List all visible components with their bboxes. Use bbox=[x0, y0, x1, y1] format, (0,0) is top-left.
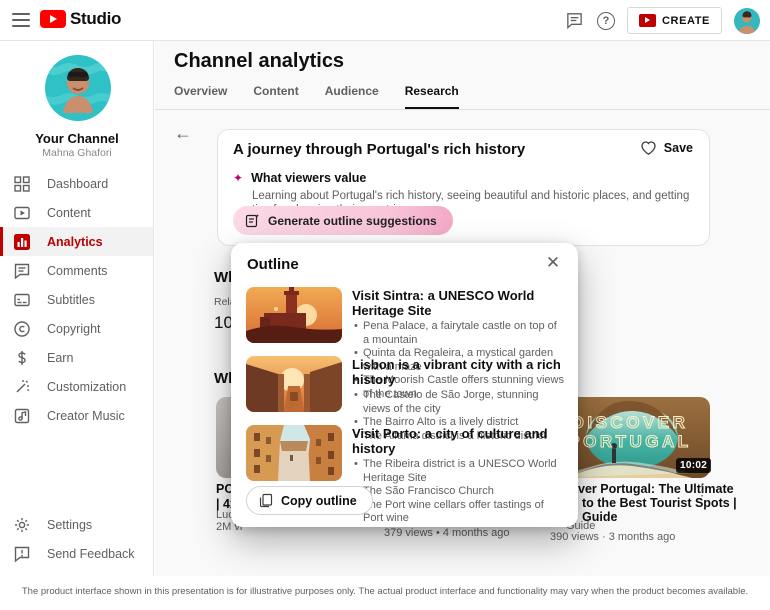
sintra-thumbnail bbox=[246, 287, 342, 343]
research-insight-card: A journey through Portugal's rich histor… bbox=[217, 129, 710, 246]
copy-outline-button[interactable]: Copy outline bbox=[246, 486, 373, 515]
copy-icon bbox=[259, 493, 273, 508]
dashboard-icon bbox=[13, 175, 31, 193]
help-icon[interactable]: ? bbox=[597, 12, 615, 30]
sidebar-item-copyright[interactable]: Copyright bbox=[0, 314, 153, 343]
creator-music-icon bbox=[13, 407, 31, 425]
studio-logo[interactable]: Studio bbox=[40, 9, 121, 29]
sidebar-item-subtitles[interactable]: Subtitles bbox=[0, 285, 153, 314]
middle-video-views: 379 views • 4 months ago bbox=[384, 527, 510, 539]
create-video-icon bbox=[639, 14, 656, 27]
sidebar-item-earn[interactable]: Earn bbox=[0, 343, 153, 372]
youtube-studio-app: Studio ? CREATE bbox=[0, 0, 770, 610]
feedback-icon[interactable] bbox=[565, 11, 585, 31]
right-video-title-line1[interactable]: ver Portugal: The Ultimate bbox=[578, 482, 734, 496]
settings-gear-icon bbox=[13, 516, 31, 534]
sidebar-item-dashboard[interactable]: Dashboard bbox=[0, 169, 153, 198]
outline-section-title: Lisbon is a vibrant city with a rich his… bbox=[352, 357, 564, 387]
create-button[interactable]: CREATE bbox=[627, 7, 722, 34]
youtube-play-icon bbox=[40, 10, 66, 28]
disclaimer-text: The product interface shown in this pres… bbox=[0, 586, 770, 597]
content-icon bbox=[13, 204, 31, 222]
sidebar-nav: Dashboard Content Analytics Comments Sub… bbox=[0, 169, 153, 430]
outline-sparkle-icon bbox=[245, 213, 260, 228]
lisbon-thumbnail bbox=[246, 356, 342, 412]
sidebar-footer-nav: Settings Send Feedback bbox=[0, 510, 153, 568]
sidebar-item-creator-music[interactable]: Creator Music bbox=[0, 401, 153, 430]
sidebar-item-comments[interactable]: Comments bbox=[0, 256, 153, 285]
outline-bullet: The Castelo de São Jorge, stunning views… bbox=[352, 389, 564, 416]
outline-section-title: Visit Sintra: a UNESCO World Heritage Si… bbox=[352, 288, 564, 318]
porto-thumbnail bbox=[246, 425, 342, 481]
sparkle-icon: ✦ bbox=[233, 171, 243, 185]
video-duration-badge: 10:02 bbox=[676, 458, 711, 473]
channel-name: Your Channel bbox=[0, 131, 154, 146]
subtitles-icon bbox=[13, 291, 31, 309]
footer: The product interface shown in this pres… bbox=[0, 576, 770, 610]
channel-owner-name: Mahna Ghafori bbox=[0, 147, 154, 159]
thumbnail-text-line2: PORTUGAL bbox=[568, 432, 691, 451]
close-icon[interactable]: ✕ bbox=[544, 254, 562, 272]
right-video-title-line2[interactable]: to the Best Tourist Spots | bbox=[582, 496, 737, 510]
earn-icon bbox=[13, 349, 31, 367]
comments-icon bbox=[13, 262, 31, 280]
left-video-thumbnail[interactable] bbox=[216, 397, 232, 478]
sidebar-item-analytics[interactable]: Analytics bbox=[0, 227, 153, 256]
sidebar-item-content[interactable]: Content bbox=[0, 198, 153, 227]
sidebar-item-customization[interactable]: Customization bbox=[0, 372, 153, 401]
sidebar: Your Channel Mahna Ghafori Dashboard Con… bbox=[0, 41, 154, 576]
top-bar: Studio ? CREATE bbox=[0, 0, 770, 41]
outline-bullet: The São Francisco Church bbox=[352, 485, 564, 499]
right-video-views: 390 views · 3 months ago bbox=[550, 531, 675, 543]
sidebar-item-settings[interactable]: Settings bbox=[0, 510, 153, 539]
outline-bullet: The Ribeira district is a UNESCO World H… bbox=[352, 458, 564, 485]
generate-outline-button[interactable]: Generate outline suggestions bbox=[233, 206, 453, 235]
outline-bullet: Pena Palace, a fairytale castle on top o… bbox=[352, 320, 564, 347]
sidebar-item-send-feedback[interactable]: Send Feedback bbox=[0, 539, 153, 568]
copyright-icon bbox=[13, 320, 31, 338]
modal-title: Outline bbox=[247, 256, 299, 273]
heart-icon bbox=[640, 140, 657, 156]
analytics-icon bbox=[13, 233, 31, 251]
insight-label: What viewers value bbox=[251, 171, 366, 185]
customization-icon bbox=[13, 378, 31, 396]
insight-card-title: A journey through Portugal's rich histor… bbox=[233, 141, 525, 158]
outline-modal: Outline ✕ bbox=[231, 243, 578, 527]
send-feedback-icon bbox=[13, 545, 31, 563]
save-button[interactable]: Save bbox=[640, 140, 693, 156]
thumbnail-text-line1: DISCOVER bbox=[572, 413, 689, 432]
brand-text: Studio bbox=[70, 9, 121, 29]
account-avatar[interactable] bbox=[734, 8, 760, 34]
outline-section-title: Visit Porto: a city of culture and histo… bbox=[352, 426, 564, 456]
video-options-kebab-icon[interactable]: ⋮ bbox=[695, 482, 709, 499]
outline-bullets: The Ribeira district is a UNESCO World H… bbox=[352, 458, 564, 526]
main-content: Channel analytics Overview Content Audie… bbox=[155, 41, 770, 576]
outline-bullet: The Port wine cellars offer tastings of … bbox=[352, 499, 564, 526]
channel-avatar[interactable] bbox=[45, 55, 111, 121]
menu-icon[interactable] bbox=[12, 13, 30, 27]
